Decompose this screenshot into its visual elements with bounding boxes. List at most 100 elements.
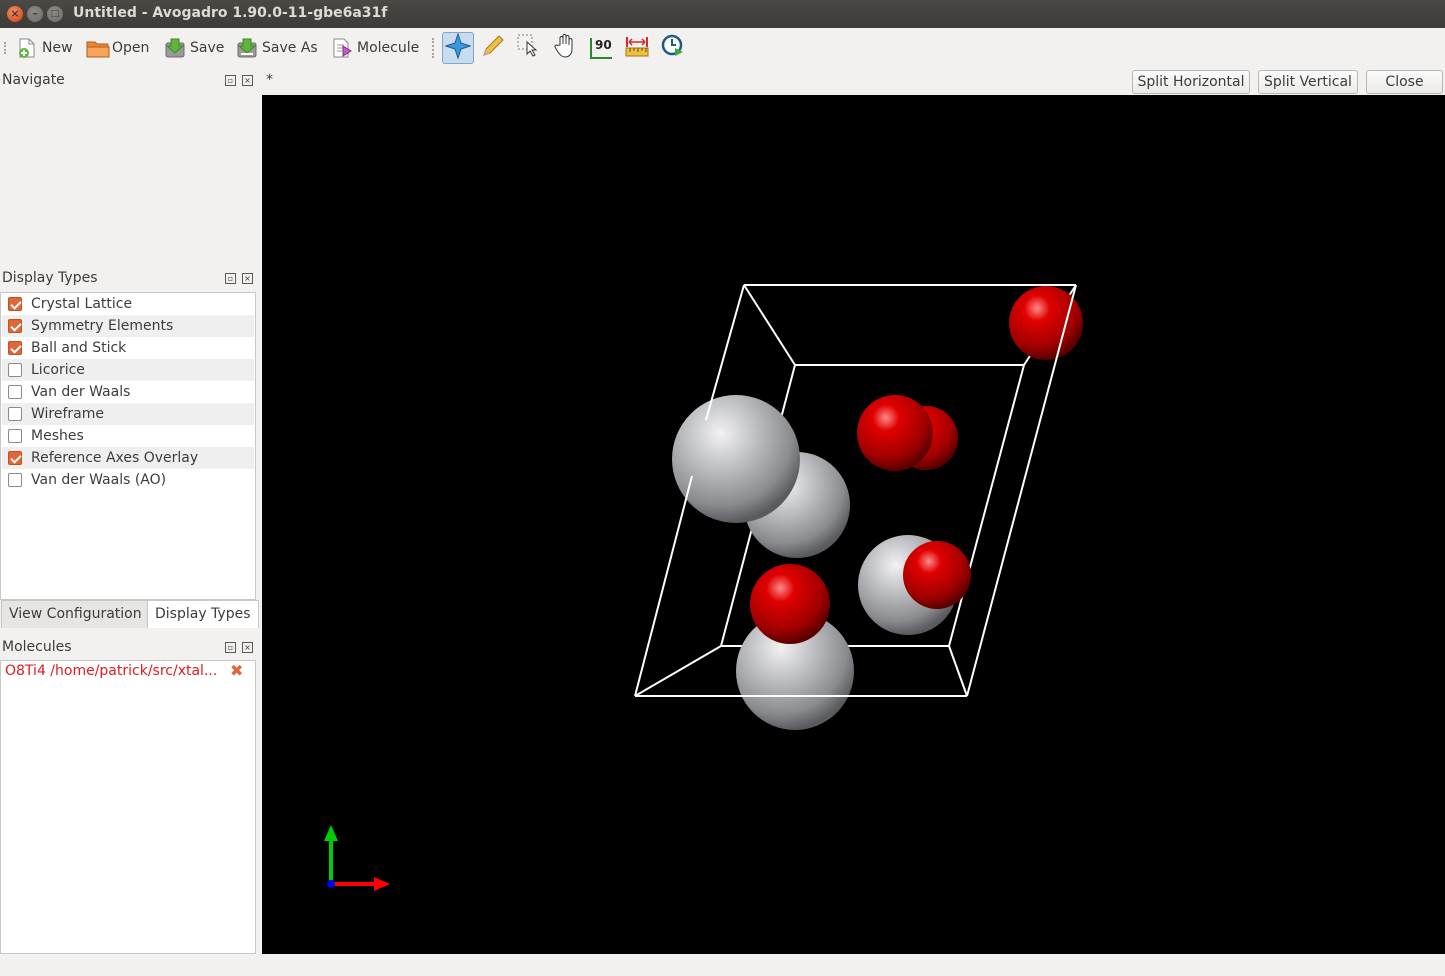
display-type-label: Crystal Lattice bbox=[31, 296, 133, 312]
save-icon bbox=[164, 37, 186, 59]
view-tab[interactable]: * bbox=[266, 72, 273, 88]
manipulate-tool-icon bbox=[552, 33, 578, 63]
float-icon: ▫ bbox=[227, 643, 234, 652]
tab-display-types[interactable]: Display Types bbox=[147, 600, 259, 628]
close-icon: × bbox=[244, 643, 251, 652]
checkbox[interactable] bbox=[8, 363, 22, 377]
window-close-button[interactable]: × bbox=[7, 6, 23, 22]
display-type-label: Van der Waals (AO) bbox=[31, 472, 167, 488]
checkbox[interactable] bbox=[8, 407, 22, 421]
window-maximize-button[interactable]: □ bbox=[47, 6, 63, 22]
display-type-row[interactable]: Reference Axes Overlay bbox=[2, 447, 254, 469]
select-tool-icon bbox=[516, 33, 542, 63]
oxygen-atom[interactable] bbox=[750, 564, 830, 644]
display-types-dock-title: Display Types bbox=[2, 270, 98, 286]
display-type-row[interactable]: Van der Waals bbox=[2, 381, 254, 403]
window-title: Untitled - Avogadro 1.90.0-11-gbe6a31f bbox=[73, 5, 388, 21]
display-type-row[interactable]: Wireframe bbox=[2, 403, 254, 425]
save-as-icon bbox=[236, 37, 258, 59]
display-type-row[interactable]: Crystal Lattice bbox=[2, 293, 254, 315]
save-label: Save bbox=[190, 40, 225, 56]
checkbox[interactable] bbox=[8, 341, 22, 355]
display-type-row[interactable]: Licorice bbox=[2, 359, 254, 381]
toolbar-grip[interactable] bbox=[4, 42, 8, 54]
scene-canvas[interactable] bbox=[262, 95, 1445, 954]
draw-tool-icon bbox=[480, 33, 506, 63]
display-type-label: Symmetry Elements bbox=[31, 318, 174, 334]
open-label: Open bbox=[112, 40, 150, 56]
left-dock-area: Navigate ▫ × Display Types ▫ × Crystal L… bbox=[0, 68, 259, 956]
float-icon: ▫ bbox=[227, 274, 234, 283]
view-header: * Split Horizontal Split Vertical Close bbox=[262, 68, 1445, 95]
tab-view-configuration[interactable]: View Configuration bbox=[1, 600, 150, 628]
molecule-name: O8Ti4 /home/patrick/src/xtal... bbox=[5, 663, 218, 679]
display-type-row[interactable]: Meshes bbox=[2, 425, 254, 447]
molecule-label: Molecule bbox=[357, 40, 420, 56]
molecule-viewport[interactable] bbox=[262, 95, 1445, 954]
maximize-icon: □ bbox=[50, 9, 60, 19]
select-tool-button[interactable] bbox=[513, 32, 545, 64]
open-button[interactable]: Open bbox=[86, 33, 149, 63]
checkbox[interactable] bbox=[8, 429, 22, 443]
display-type-row[interactable]: Symmetry Elements bbox=[2, 315, 254, 337]
navigate-dock-close-button[interactable]: × bbox=[242, 75, 253, 86]
bond-centric-tool-label: 90 bbox=[595, 38, 612, 52]
draw-tool-button[interactable] bbox=[477, 32, 509, 64]
checkbox[interactable] bbox=[8, 451, 22, 465]
checkbox[interactable] bbox=[8, 473, 22, 487]
display-type-label: Wireframe bbox=[31, 406, 105, 422]
reference-axes bbox=[324, 825, 390, 891]
checkbox[interactable] bbox=[8, 385, 22, 399]
display-type-label: Ball and Stick bbox=[31, 340, 127, 356]
manipulate-tool-button[interactable] bbox=[549, 32, 581, 64]
checkbox[interactable] bbox=[8, 297, 22, 311]
measure-tool-button[interactable] bbox=[621, 32, 653, 64]
molecule-properties-icon bbox=[331, 37, 353, 59]
remove-molecule-icon[interactable]: ✖ bbox=[230, 661, 243, 680]
close-icon: × bbox=[244, 274, 251, 283]
molecule-button[interactable]: Molecule bbox=[331, 33, 419, 63]
oxygen-atom[interactable] bbox=[903, 541, 971, 609]
bond-centric-tool-icon: 90 bbox=[588, 35, 614, 61]
display-type-row[interactable]: Van der Waals (AO) bbox=[2, 469, 254, 491]
main-toolbar: New Open Save Save As Molecule 90 bbox=[0, 28, 1445, 68]
navigate-dock-title: Navigate bbox=[2, 72, 65, 88]
folder-icon bbox=[86, 37, 110, 59]
title-bar: × – □ Untitled - Avogadro 1.90.0-11-gbe6… bbox=[0, 0, 1445, 28]
display-type-label: Van der Waals bbox=[31, 384, 131, 400]
oxygen-atom[interactable] bbox=[857, 395, 933, 471]
save-as-button[interactable]: Save As bbox=[236, 33, 318, 63]
playback-tool-button[interactable] bbox=[657, 32, 689, 64]
bond-centric-tool-button[interactable]: 90 bbox=[585, 32, 617, 64]
close-icon: × bbox=[244, 76, 251, 85]
molecules-dock-close-button[interactable]: × bbox=[242, 642, 253, 653]
display-type-row[interactable]: Ball and Stick bbox=[2, 337, 254, 359]
status-bar bbox=[0, 956, 1445, 976]
measure-tool-icon bbox=[624, 33, 650, 63]
float-icon: ▫ bbox=[227, 76, 234, 85]
display-types-dock-close-button[interactable]: × bbox=[242, 273, 253, 284]
display-type-label: Meshes bbox=[31, 428, 84, 444]
navigate-tool-icon bbox=[444, 32, 472, 63]
list-item[interactable]: O8Ti4 /home/patrick/src/xtal... ✖ bbox=[1, 661, 255, 683]
save-as-label: Save As bbox=[262, 40, 318, 56]
navigate-dock-float-button[interactable]: ▫ bbox=[225, 75, 236, 86]
molecules-list: O8Ti4 /home/patrick/src/xtal... ✖ bbox=[0, 660, 256, 954]
navigate-tool-button[interactable] bbox=[442, 32, 474, 64]
playback-tool-icon bbox=[660, 33, 686, 63]
molecules-dock-float-button[interactable]: ▫ bbox=[225, 642, 236, 653]
save-button[interactable]: Save bbox=[164, 33, 224, 63]
display-type-label: Reference Axes Overlay bbox=[31, 450, 199, 466]
new-file-icon bbox=[16, 37, 38, 59]
split-vertical-button[interactable]: Split Vertical bbox=[1258, 70, 1358, 94]
window-minimize-button[interactable]: – bbox=[27, 6, 43, 22]
titanium-atom[interactable] bbox=[672, 395, 800, 523]
checkbox[interactable] bbox=[8, 319, 22, 333]
close-view-button[interactable]: Close bbox=[1366, 70, 1443, 94]
new-button[interactable]: New bbox=[16, 33, 73, 63]
split-horizontal-button[interactable]: Split Horizontal bbox=[1132, 70, 1250, 94]
minimize-icon: – bbox=[32, 7, 38, 20]
display-type-label: Licorice bbox=[31, 362, 85, 378]
display-types-dock-float-button[interactable]: ▫ bbox=[225, 273, 236, 284]
navigate-panel[interactable] bbox=[0, 92, 259, 268]
